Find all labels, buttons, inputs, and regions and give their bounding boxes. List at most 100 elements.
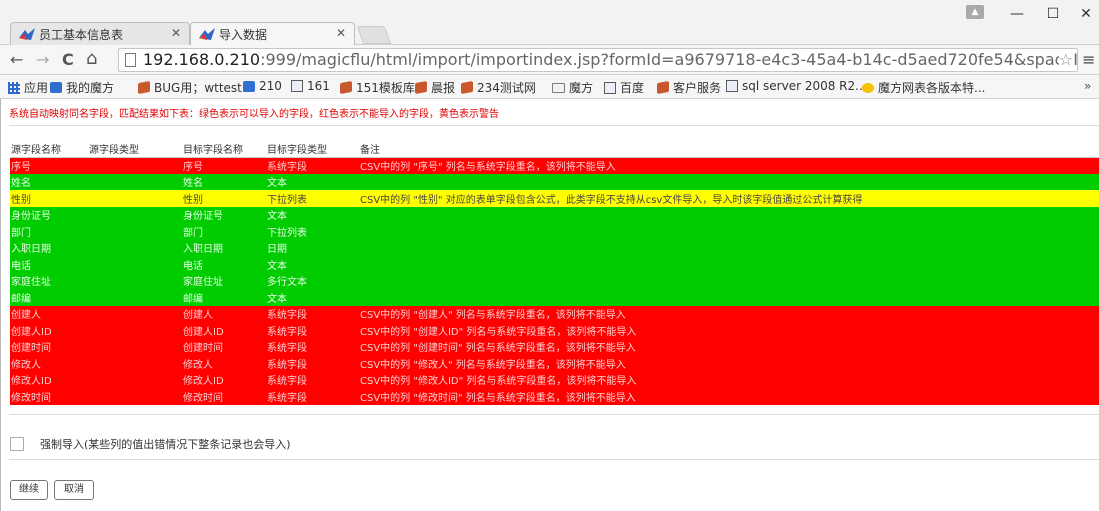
table-row: 序号 序号 系统字段 CSV中的列 "序号" 列名与系统字段重名，该列将不能导入 [10,157,1099,174]
minimize-button[interactable]: — [1002,6,1032,22]
tab-import-data[interactable]: 导入数据 ✕ [190,22,355,45]
bookmark-item[interactable]: 客户服务 [657,79,721,96]
maximize-button[interactable]: ☐ [1038,6,1068,22]
bookmark-item[interactable]: sql server 2008 R2... [726,79,867,93]
magicflu-favicon-icon [199,28,215,40]
bookmark-item[interactable]: 晨报 [415,79,455,96]
bookmark-label: 应用 [24,81,49,95]
close-tab-icon[interactable]: ✕ [336,26,346,40]
cell-source-name: 部门 [10,223,88,240]
bookmark-label: sql server 2008 R2... [742,79,867,93]
cell-source-type [88,305,182,322]
bookmark-item[interactable]: 234测试网 [461,79,536,96]
cell-remark: CSV中的列 "修改人ID" 列名与系统字段重名，该列将不能导入 [359,371,1099,388]
magicflu-icon [243,80,255,92]
bookmark-item[interactable]: 161 [291,79,330,93]
bookmark-label: 百度 [620,81,645,95]
cell-source-type [88,256,182,273]
tab-employee-info[interactable]: 员工基本信息表 ✕ [10,22,190,45]
close-tab-icon[interactable]: ✕ [171,26,181,40]
cell-source-name: 电话 [10,256,88,273]
cell-source-type [88,388,182,405]
divider [9,125,1099,126]
cell-target-type: 系统字段 [266,338,359,355]
cell-source-type [88,272,182,289]
cell-source-type [88,223,182,240]
cell-source-type [88,173,182,190]
bookmark-item[interactable]: 百度 [604,79,644,96]
more-bookmarks-icon[interactable]: » [1084,79,1091,93]
bookmarks-bar: 应用 我的魔方 BUG用；wttest1 210 161 151模板库 晨报 2… [0,75,1099,99]
navigation-bar: ← → C ⌂ 192.168.0.210:999/magicflu/html/… [0,45,1099,75]
column-header-target-name: 目标字段名称 [182,141,266,158]
baidu-icon [604,81,616,94]
cell-source-type [88,371,182,388]
browser-menu-icon[interactable]: ≡ [1082,50,1095,69]
magicflu-icon [50,82,62,93]
cancel-button[interactable]: 取消 [54,480,94,500]
bookmark-label: 234测试网 [477,81,536,95]
cell-source-name: 创建人 [10,305,88,322]
column-header-source-name: 源字段名称 [10,141,88,158]
close-window-button[interactable]: ✕ [1071,6,1099,22]
cell-target-type: 文本 [266,289,359,306]
divider [9,414,1099,415]
bookmark-folder[interactable]: 魔方 [552,79,593,96]
cell-source-name: 修改人 [10,355,88,372]
divider [9,459,1099,460]
cell-target-name: 序号 [182,157,266,174]
apps-grid-icon [8,81,20,94]
bookmark-label: 魔方 [569,81,594,95]
home-button[interactable]: ⌂ [86,48,97,69]
cell-remark: CSV中的列 "序号" 列名与系统字段重名，该列将不能导入 [359,157,1099,174]
cell-target-name: 修改时间 [182,388,266,405]
table-header-row: 源字段名称 源字段类型 目标字段名称 目标字段类型 备注 [10,141,1099,158]
continue-button[interactable]: 继续 [10,480,48,500]
bookmark-label: 客户服务 [673,81,722,95]
table-row: 修改人 修改人 系统字段 CSV中的列 "修改人" 列名与系统字段重名，该列将不能导入 [10,355,1099,372]
bookmark-icon [138,80,150,95]
cell-remark: CSV中的列 "修改时间" 列名与系统字段重名，该列将不能导入 [359,388,1099,405]
bulb-icon [862,82,874,93]
cell-target-name: 姓名 [182,173,266,190]
cell-target-type: 文本 [266,206,359,223]
cell-remark: CSV中的列 "创建人" 列名与系统字段重名，该列将不能导入 [359,305,1099,322]
bookmark-label: 魔方网表各版本特... [878,81,986,95]
cell-target-type: 文本 [266,173,359,190]
address-bar[interactable]: 192.168.0.210:999/magicflu/html/import/i… [118,48,1078,72]
cell-remark: CSV中的列 "修改人" 列名与系统字段重名，该列将不能导入 [359,355,1099,372]
back-button[interactable]: ← [10,50,23,69]
column-header-source-type: 源字段类型 [88,141,182,158]
bookmark-item[interactable]: 魔方网表各版本特... [862,79,985,96]
bookmark-item[interactable]: 210 [243,79,282,93]
bookmark-item[interactable]: 151模板库 [340,79,415,96]
new-tab-button[interactable] [356,26,392,44]
cell-source-type [88,190,182,207]
cell-source-name: 家庭住址 [10,272,88,289]
cell-target-type: 系统字段 [266,157,359,174]
table-row: 修改人ID 修改人ID 系统字段 CSV中的列 "修改人ID" 列名与系统字段重名，该… [10,371,1099,388]
cell-target-type: 文本 [266,256,359,273]
cell-source-type [88,157,182,174]
cell-remark [359,256,1099,273]
profile-icon[interactable]: ▲ [966,5,984,19]
table-row: 身份证号 身份证号 文本 [10,206,1099,223]
bookmark-item[interactable]: 我的魔方 [50,79,114,96]
bookmark-icon [461,80,473,95]
reload-button[interactable]: C [62,50,74,69]
cell-target-name: 家庭住址 [182,272,266,289]
bookmark-star-icon[interactable]: ☆ [1058,49,1073,71]
force-import-checkbox[interactable] [10,437,24,451]
bookmark-item[interactable]: BUG用；wttest1 [138,79,250,96]
cell-target-type: 下拉列表 [266,223,359,240]
bookmark-apps[interactable]: 应用 [8,79,48,96]
cell-target-name: 邮编 [182,289,266,306]
bookmark-label: BUG用；wttest1 [154,81,250,95]
forward-button[interactable]: → [36,50,49,69]
bookmark-icon [340,80,352,95]
table-row: 性别 性别 下拉列表 CSV中的列 "性别" 对应的表单字段包含公式，此类字段不支持从… [10,190,1099,207]
bookmark-label: 210 [259,79,282,93]
force-import-option[interactable]: 强制导入(某些列的值出错情况下整条记录也会导入) [10,436,291,452]
url-host: 192.168.0.210 [143,50,261,69]
field-mapping-table: 源字段名称 源字段类型 目标字段名称 目标字段类型 备注 序号 序号 系统字段 CSV… [10,141,1099,405]
